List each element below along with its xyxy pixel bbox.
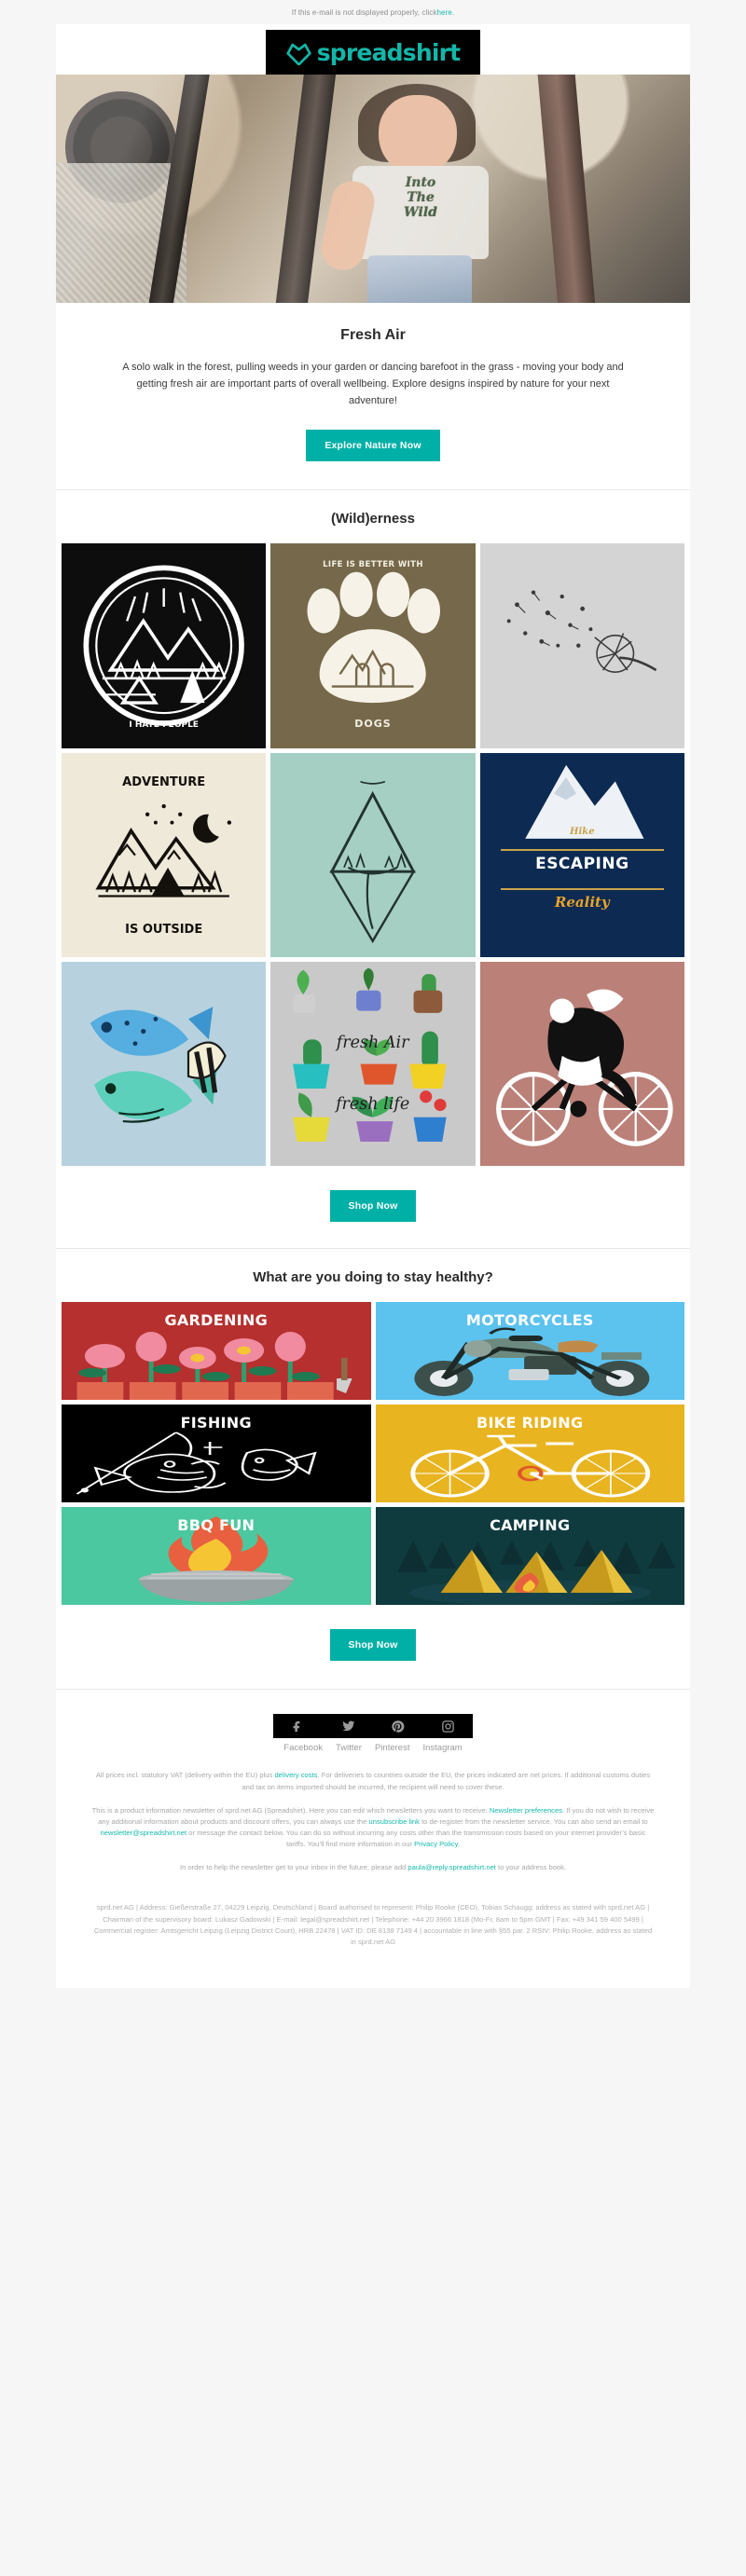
newsletter-paragraph: This is a product information newsletter… (91, 1805, 655, 1851)
preheader-text-after: . (451, 7, 455, 17)
card-label: FISHING (180, 1414, 252, 1432)
bear-riding-bicycle-icon (495, 989, 673, 1146)
card-motorcycles[interactable]: MOTORCYCLES (375, 1302, 684, 1401)
tile-fresh-air-fresh-life-plants[interactable]: fresh Air fresh life (270, 962, 476, 1167)
tile-life-is-better-with-dogs[interactable]: LIFE IS BETTER WITH DOGS (270, 543, 476, 748)
facebook-link[interactable] (291, 1720, 305, 1733)
healthy-cta-wrap: Shop Now (56, 1605, 690, 1689)
rule-bottom (500, 887, 665, 890)
email-body: spreadshirt Into The Wild Fresh Air (56, 24, 690, 1988)
card-label: CAMPING (490, 1516, 571, 1535)
intro-section: Fresh Air A solo walk in the forest, pul… (56, 303, 690, 489)
preheader-text-before: If this e-mail is not displayed properly… (291, 7, 437, 17)
instagram-link[interactable] (441, 1720, 455, 1733)
hero-image[interactable]: Into The Wild (56, 75, 690, 303)
healthy-shop-now-button[interactable]: Shop Now (329, 1629, 417, 1662)
svg-text:fresh life: fresh life (334, 1095, 409, 1114)
card-gardening[interactable]: GARDENING (62, 1302, 371, 1401)
spreadshirt-heart-logo-icon (286, 43, 311, 65)
facebook-icon (293, 1720, 300, 1733)
healthy-title: What are you doing to stay healthy? (253, 1269, 493, 1286)
inbox-paragraph: In order to help the newsletter get to y… (91, 1862, 655, 1873)
imprint-block: sprd.net AG | Address: Gießerstraße 27, … (56, 1885, 690, 1988)
tropical-fish-icon (90, 1007, 227, 1123)
vat-text-1: All prices incl. statutory VAT (delivery… (95, 1771, 275, 1780)
rule-top (500, 848, 665, 851)
paula-email-link[interactable]: paula@reply.spreadshirt.net (408, 1863, 496, 1871)
privacy-policy-link[interactable]: Privacy Policy (414, 1840, 458, 1848)
intro-cta-wrap: Explore Nature Now (121, 430, 625, 462)
inbox-text-1: In order to help the newsletter get to y… (179, 1863, 408, 1872)
vat-paragraph: All prices incl. statutory VAT (delivery… (91, 1770, 655, 1792)
healthy-grid: GARDENING MOTORCYCLES FISHING BIKE RIDIN… (56, 1302, 690, 1606)
tile-caption: I HATE PEOPLE (129, 720, 199, 731)
footer: Facebook Twitter Pinterest Instagram All… (56, 1690, 690, 1988)
page-title: Fresh Air (340, 327, 406, 343)
instagram-label[interactable]: Instagram (422, 1743, 462, 1753)
tile-caption-top: ADVENTURE (122, 774, 206, 789)
explore-nature-now-button[interactable]: Explore Nature Now (306, 430, 440, 462)
pinterest-link[interactable] (391, 1720, 405, 1733)
card-camping[interactable]: CAMPING (375, 1507, 684, 1606)
tile-watercolor-fish[interactable] (62, 962, 267, 1167)
inbox-text-2: to your address book. (495, 1863, 567, 1872)
tile-hike-escaping-reality[interactable]: Hike ESCAPING Reality (479, 752, 684, 958)
social-labels: Facebook Twitter Pinterest Instagram (56, 1743, 690, 1753)
tile-bear-on-bicycle[interactable] (479, 962, 684, 1167)
tile-caption-top: Hike (570, 826, 595, 837)
twitter-icon (342, 1720, 355, 1732)
tile-caption: ESCAPING (535, 855, 629, 874)
tile-dandelion[interactable] (479, 543, 684, 748)
intro-body: A solo walk in the forest, pulling weeds… (122, 362, 624, 407)
news-text-3: to de-register from the newsletter servi… (419, 1816, 648, 1826)
svg-text:fresh Air: fresh Air (335, 1034, 410, 1052)
twitter-link[interactable] (341, 1720, 355, 1733)
tile-floating-island[interactable] (270, 752, 476, 958)
wilderness-title: (Wild)erness (331, 511, 415, 528)
card-bike-riding[interactable]: BIKE RIDING (375, 1404, 684, 1503)
dandelion-seeds-icon (506, 590, 656, 674)
facebook-label[interactable]: Facebook (283, 1743, 323, 1753)
newsletter-preferences-link[interactable]: Newsletter preferences (490, 1806, 562, 1815)
i-hate-people-camp-badge-icon (83, 565, 244, 727)
news-text-5: . (457, 1840, 460, 1849)
tile-caption: DOGS (354, 718, 392, 731)
news-text-1: This is a product information newsletter… (91, 1805, 490, 1815)
floating-island-waterfall-icon (329, 780, 417, 943)
spreadshirt-logo[interactable]: spreadshirt (266, 30, 480, 75)
card-fishing[interactable]: FISHING (62, 1404, 371, 1503)
pinterest-label[interactable]: Pinterest (375, 1743, 410, 1753)
tile-i-hate-people[interactable]: I HATE PEOPLE (62, 543, 267, 748)
card-bbq-fun[interactable]: BBQ FUN (62, 1507, 371, 1606)
tile-caption-bottom: Reality (554, 894, 610, 911)
potted-plants-icon: fresh Air fresh life (293, 967, 447, 1143)
card-label: GARDENING (164, 1311, 269, 1330)
legal-text: All prices incl. statutory VAT (delivery… (56, 1753, 690, 1873)
tile-caption: IS OUTSIDE (125, 923, 203, 938)
delivery-costs-link[interactable]: delivery costs (274, 1771, 317, 1779)
wilderness-grid: I HATE PEOPLE LIFE IS BETTER WITH DOGS A… (56, 543, 690, 1167)
unsubscribe-link[interactable]: unsubscribe link (369, 1817, 420, 1826)
imprint-text: sprd.net AG | Address: Gießerstraße 27, … (93, 1903, 653, 1946)
newsletter-email-link[interactable]: newsletter@spreadshirt.net (101, 1829, 187, 1837)
card-label: MOTORCYCLES (465, 1311, 594, 1330)
social-icons-strip (273, 1714, 473, 1739)
tile-adventure-is-outside[interactable]: ADVENTURE IS OUTSIDE (62, 752, 267, 958)
pinterest-icon (392, 1720, 405, 1733)
twitter-label[interactable]: Twitter (336, 1743, 362, 1753)
logo-bar: spreadshirt (56, 24, 690, 75)
brand-name: spreadshirt (316, 38, 461, 66)
instagram-icon (442, 1720, 454, 1733)
wilderness-shop-now-button[interactable]: Shop Now (329, 1190, 417, 1223)
view-online-link[interactable]: here (436, 8, 451, 17)
card-label: BBQ FUN (177, 1516, 256, 1535)
wilderness-cta-wrap: Shop Now (56, 1166, 690, 1248)
preheader-bar: If this e-mail is not displayed properly… (0, 0, 746, 24)
window-glare (56, 75, 690, 303)
card-label: BIKE RIDING (477, 1414, 584, 1432)
tile-caption-top: LIFE IS BETTER WITH (323, 559, 423, 569)
